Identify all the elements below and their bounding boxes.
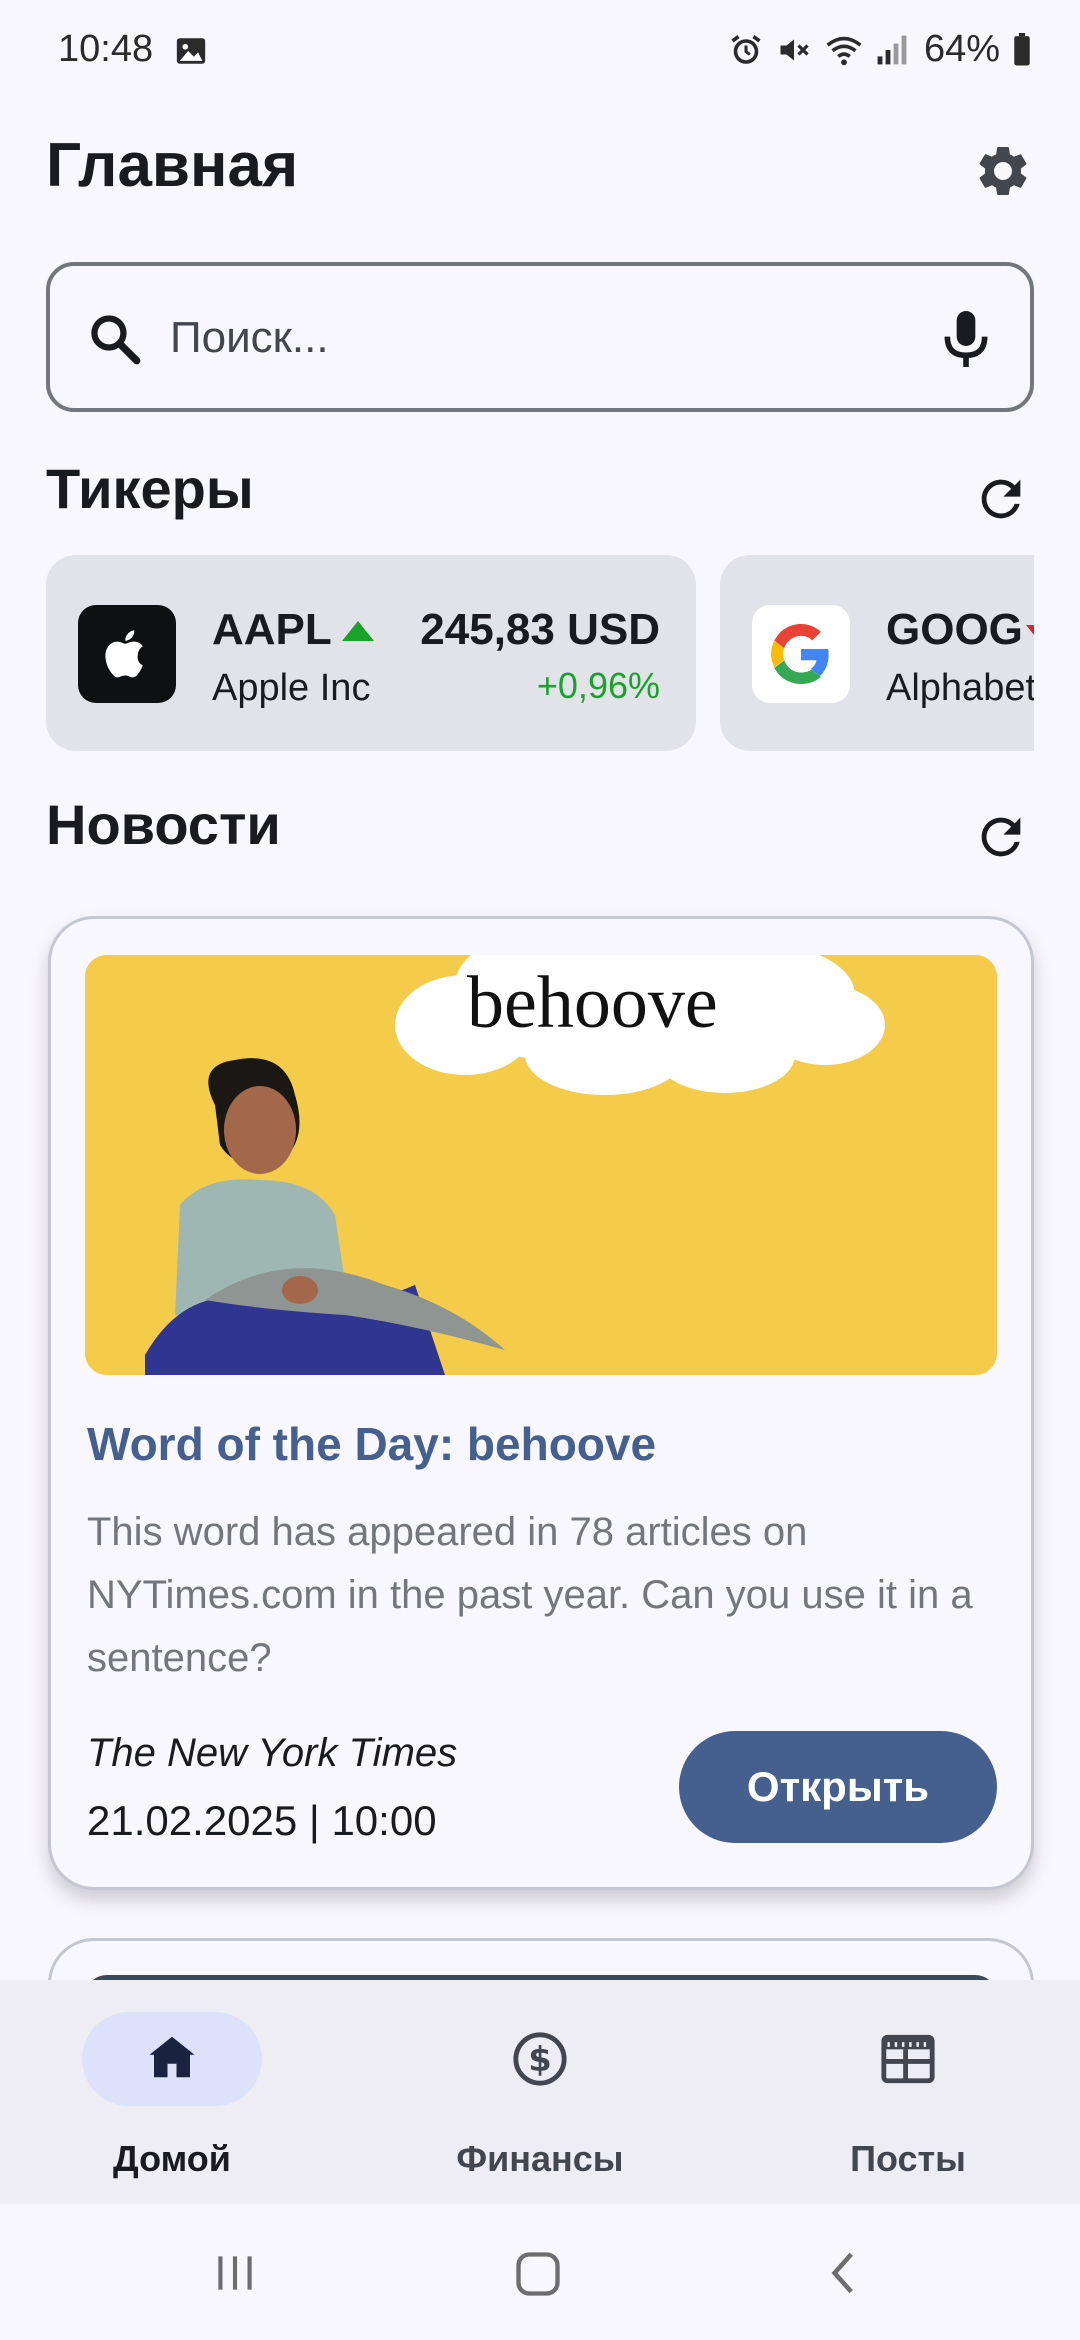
search-bar[interactable] (46, 262, 1034, 412)
news-section-title: Новости (46, 793, 281, 856)
tickers-refresh-button[interactable] (970, 470, 1032, 532)
trend-down-icon (1026, 625, 1034, 650)
news-image-word: behoove (467, 962, 718, 1044)
mute-icon (776, 32, 812, 68)
newspaper-icon (879, 2030, 937, 2093)
ticker-card-aapl[interactable]: AAPL Apple Inc 245,83 USD +0,96% (46, 555, 696, 751)
status-icons: 64% (728, 28, 1032, 71)
gallery-notification-icon (174, 34, 208, 68)
back-icon[interactable] (820, 2248, 870, 2303)
dollar-icon: $ (511, 2030, 569, 2093)
signal-icon (876, 32, 908, 68)
system-navigation-bar (0, 2204, 1080, 2340)
status-time: 10:48 (58, 28, 154, 70)
news-image: behoove (85, 955, 997, 1375)
home-button-icon[interactable] (512, 2248, 564, 2305)
wifi-icon (824, 32, 864, 68)
gear-icon (973, 141, 1033, 206)
app-screen: 10:48 64% Главная Поиск... Тикеры AAPL A… (0, 0, 1080, 2340)
ticker-list[interactable]: AAPL Apple Inc 245,83 USD +0,96% GOOG Al… (46, 555, 1034, 751)
news-refresh-button[interactable] (970, 808, 1032, 870)
microphone-icon[interactable] (938, 308, 994, 375)
svg-text:$: $ (528, 2040, 552, 2079)
bottom-navigation: Домой $ Финансы Посты (0, 1980, 1080, 2204)
ticker-company-name: Apple Inc (212, 667, 371, 709)
news-date: 21.02.2025 | 10:00 (87, 1797, 437, 1844)
tickers-section-title: Тикеры (46, 457, 254, 520)
nav-label: Посты (850, 2138, 966, 2179)
news-title[interactable]: Word of the Day: behoove (87, 1417, 656, 1471)
nav-label: Домой (113, 2138, 231, 2179)
ticker-change: +0,96% (536, 665, 660, 706)
ticker-symbol: GOOG (886, 605, 1023, 654)
news-source: The New York Times (87, 1731, 458, 1775)
alarm-icon (728, 32, 764, 68)
search-icon (86, 310, 144, 373)
battery-percent: 64% (923, 28, 1000, 70)
nav-item-finance[interactable]: $ Финансы (390, 1980, 690, 2204)
page-title: Главная (46, 131, 299, 200)
google-icon (752, 605, 850, 703)
settings-button[interactable] (970, 140, 1036, 206)
ticker-price: 245,83 USD (420, 605, 660, 654)
news-card[interactable]: behoove Word of the Day: behoove This wo… (48, 916, 1034, 1890)
nav-item-posts[interactable]: Посты (758, 1980, 1058, 2204)
ticker-symbol: AAPL (212, 605, 332, 654)
trend-up-icon (342, 621, 374, 646)
nav-item-home[interactable]: Домой (22, 1980, 322, 2204)
battery-icon (1012, 32, 1032, 67)
open-article-button[interactable]: Открыть (679, 1731, 997, 1843)
status-bar: 10:48 64% (0, 0, 1080, 100)
home-icon (145, 2030, 199, 2089)
ticker-company-name: Alphabet (886, 667, 1034, 709)
ticker-card-goog[interactable]: GOOG Alphabet (720, 555, 1034, 751)
recent-apps-icon[interactable] (210, 2248, 260, 2303)
refresh-icon (972, 808, 1030, 871)
apple-icon (78, 605, 176, 703)
news-description: This word has appeared in 78 articles on… (87, 1510, 973, 1680)
refresh-icon (972, 470, 1030, 533)
search-input[interactable] (170, 300, 930, 376)
nav-label: Финансы (456, 2138, 624, 2179)
